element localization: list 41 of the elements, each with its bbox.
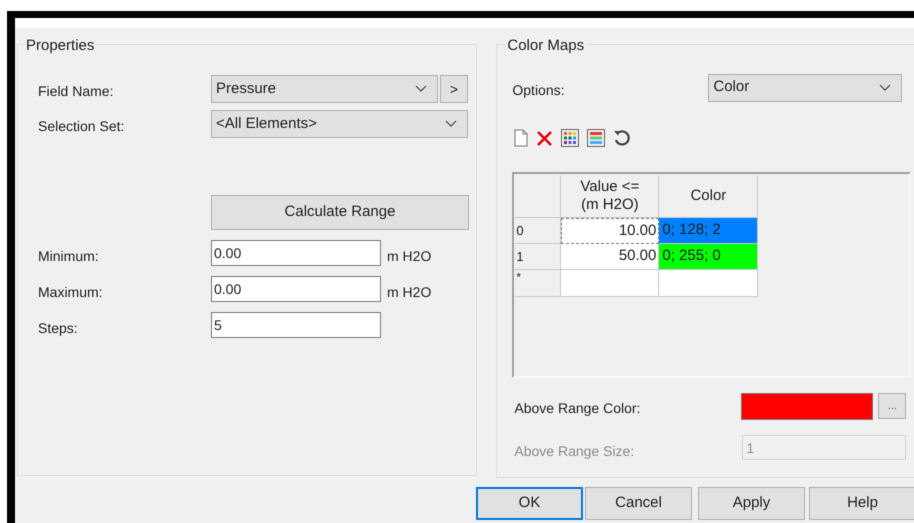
dialog-button[interactable]: Apply [698,487,805,520]
chevron-down-icon [415,85,427,93]
field-label: Options: [512,81,566,100]
dropdown[interactable]: <All Elements> [211,110,468,138]
color-cell[interactable]: 0; 255; 0 [659,244,758,270]
chevron-down-icon [445,120,457,128]
color-swatch[interactable] [741,392,874,420]
input-field[interactable]: 0.00 [211,240,381,266]
field-label: Above Range Color: [513,398,642,418]
table-cell[interactable] [561,270,660,297]
dialog-button[interactable]: Cancel [585,487,692,520]
dialog-button[interactable]: OK [476,487,583,520]
field-label: Maximum: [38,282,104,302]
gradient-icon[interactable] [587,129,606,147]
calculate-range-button[interactable]: Calculate Range [211,195,469,230]
field-label: Minimum: [38,246,100,266]
field-label: Field Name: [38,82,114,100]
table-cell[interactable]: 10.00 [561,218,660,244]
dropdown-value: <All Elements> [216,114,317,134]
next-button[interactable]: > [440,75,468,103]
unit-label: m H2O [387,282,432,302]
color-grid-icon[interactable] [561,129,580,147]
chevron-down-icon [879,84,892,92]
color-cell[interactable]: 0; 128; 2 [659,218,758,244]
reset-icon[interactable] [613,129,632,147]
field-label: Selection Set: [38,116,126,136]
dropdown[interactable]: Pressure [211,75,438,103]
new-document-icon[interactable] [514,129,528,147]
dropdown-value: Color [713,77,750,98]
unit-label: m H2O [387,246,432,266]
table-cell[interactable]: 50.00 [561,244,660,270]
input-field[interactable]: 0.00 [211,276,381,302]
dialog-button[interactable]: Help [809,487,914,520]
table-cell[interactable] [659,270,758,297]
dropdown[interactable]: Color [708,74,902,102]
field-label: Steps: [38,318,79,338]
browse-button[interactable]: ... [878,393,906,419]
input-field[interactable]: 5 [211,312,381,338]
delete-icon[interactable] [536,130,554,146]
dropdown-value: Pressure [216,78,276,99]
field-label: Above Range Size: [513,442,636,461]
